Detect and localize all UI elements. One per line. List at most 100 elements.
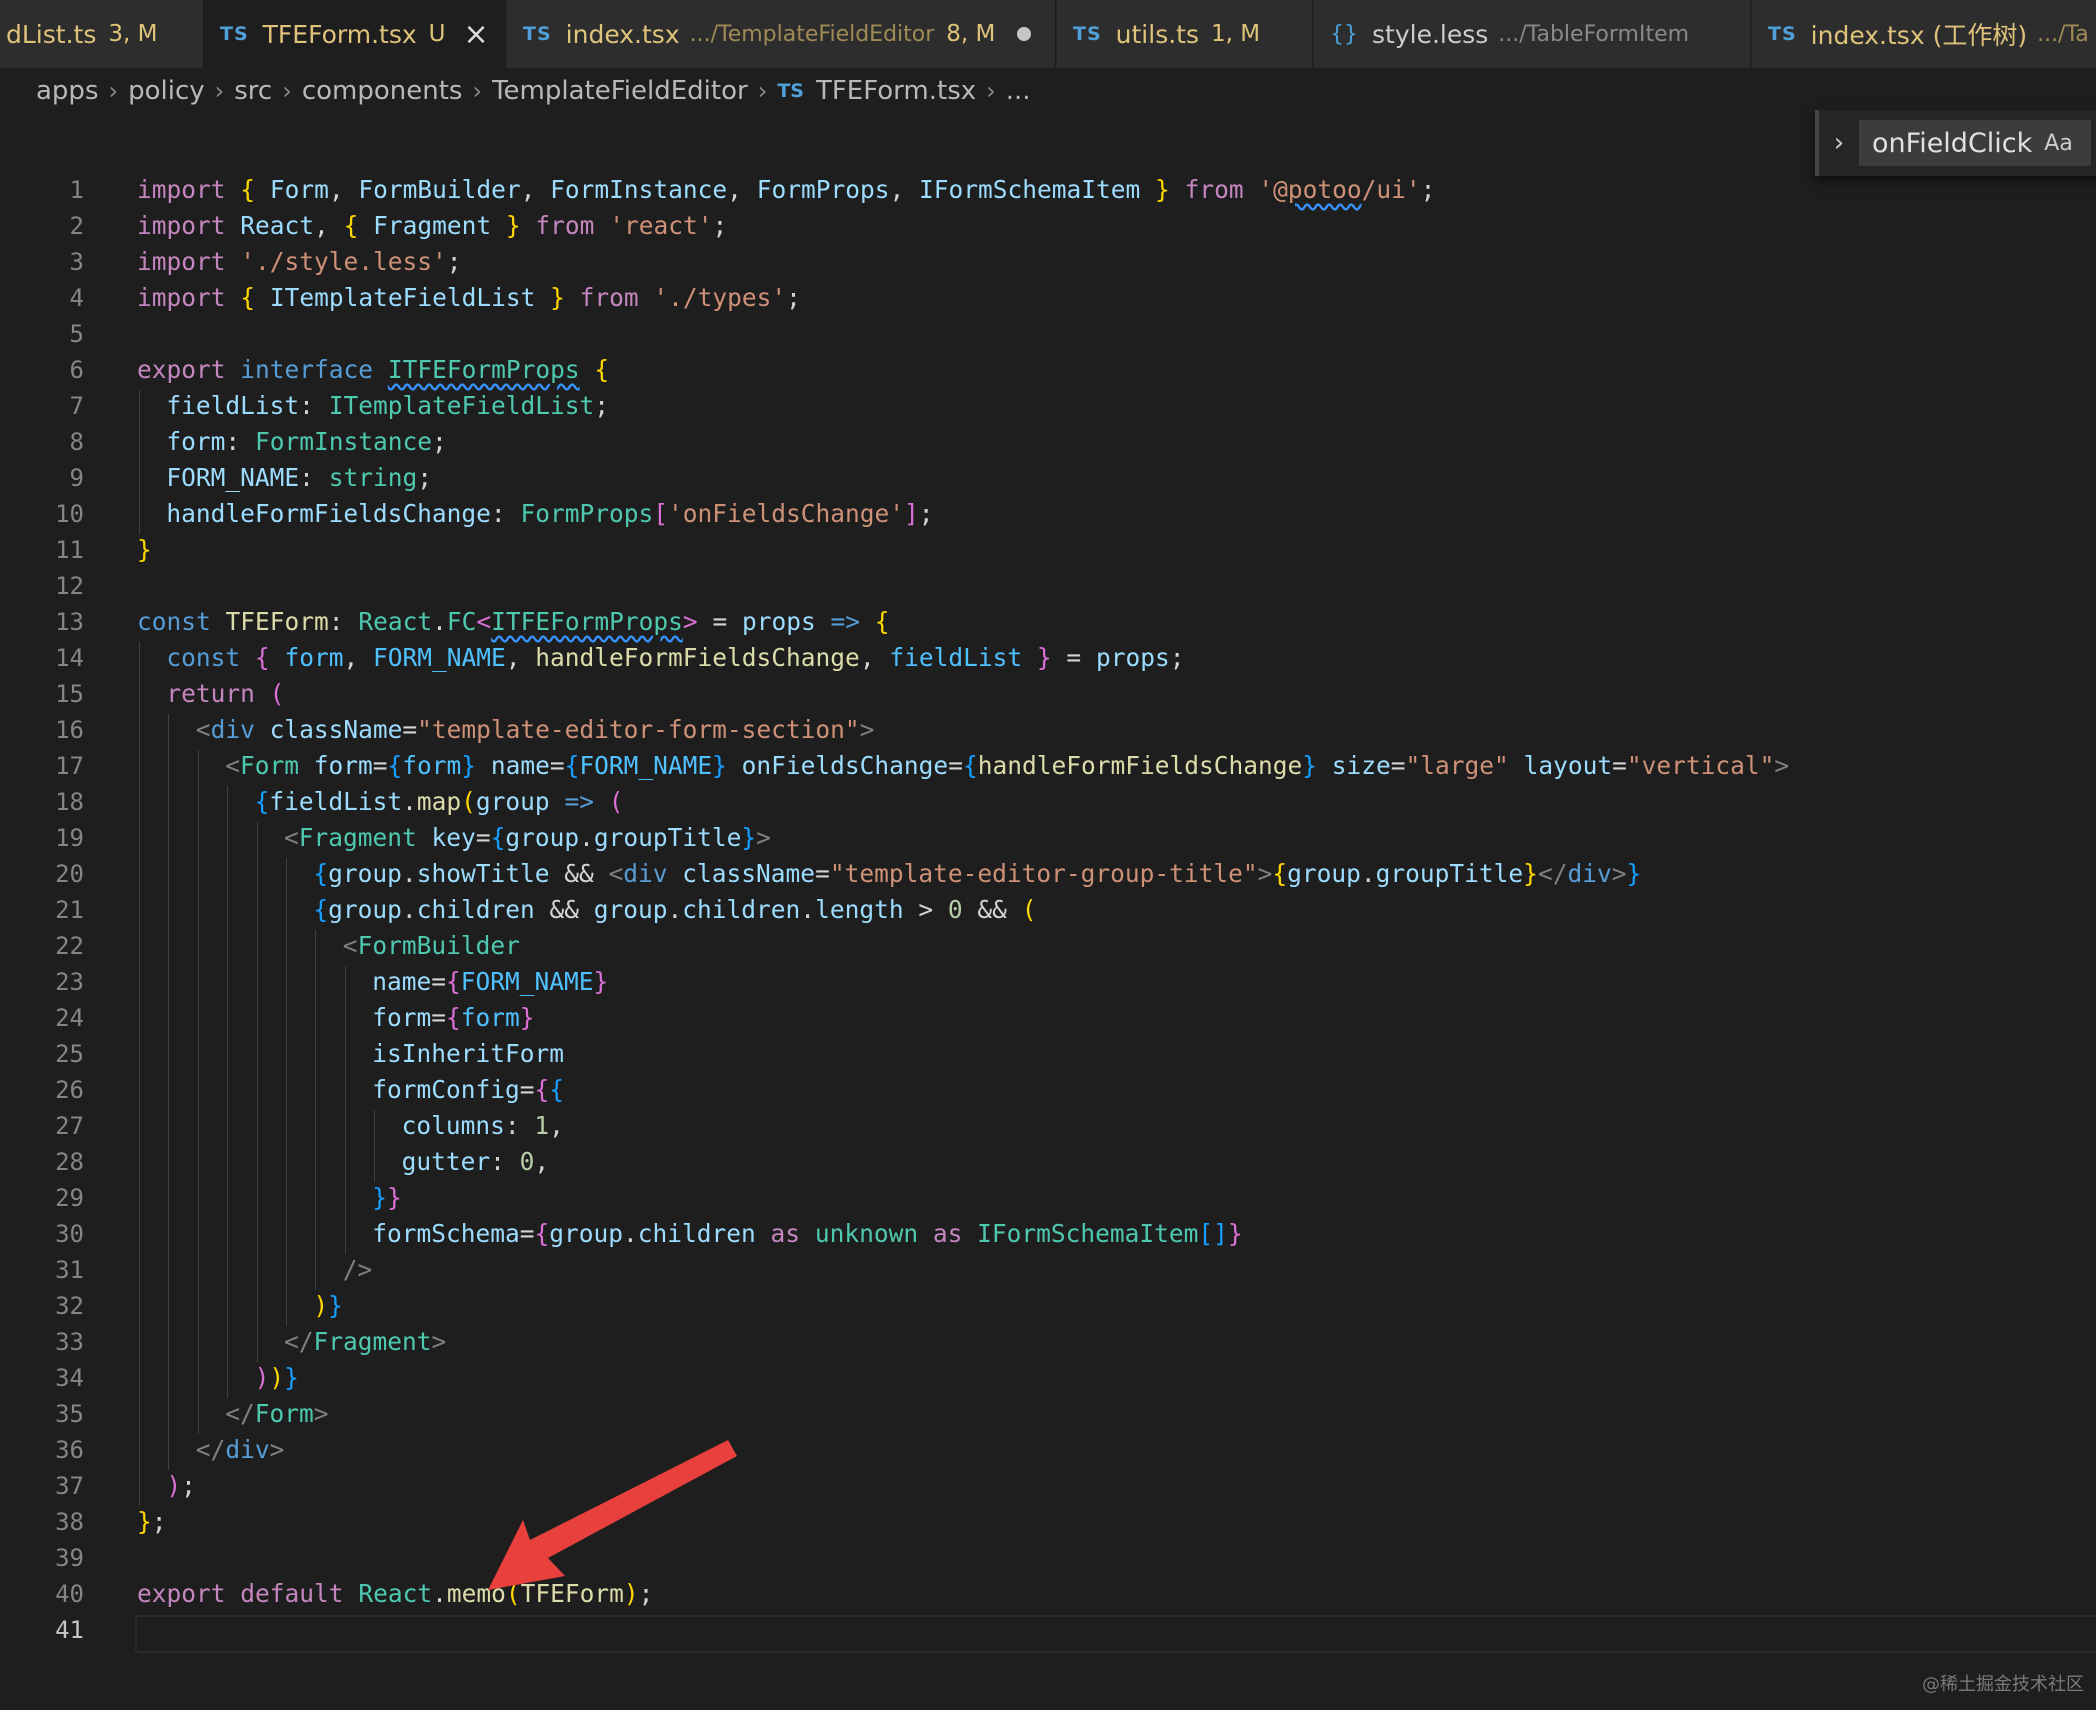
code-line[interactable]: 35 </Form>	[0, 1396, 2096, 1432]
code-token: []	[1198, 1219, 1228, 1248]
code-line[interactable]: 31 />	[0, 1252, 2096, 1288]
unsaved-dot-icon[interactable]	[1017, 27, 1032, 41]
tab-utils-ts[interactable]: TS utils.ts 1, M	[1057, 0, 1313, 68]
code-line[interactable]: 26 formConfig={{	[0, 1072, 2096, 1108]
code-line[interactable]: 22 <FormBuilder	[0, 928, 2096, 964]
code-line[interactable]: 17 <Form form={form} name={FORM_NAME} onF…	[0, 748, 2096, 784]
breadcrumb-item[interactable]: policy	[128, 76, 205, 106]
match-case-toggle[interactable]: Aa	[2044, 131, 2073, 156]
code-token: :	[490, 1147, 505, 1176]
indent-guide	[227, 1326, 229, 1362]
code-token: {	[564, 751, 580, 780]
indent-guide	[139, 498, 140, 534]
code-line[interactable]: 41	[0, 1612, 2096, 1648]
code-line[interactable]: 10 handleFormFieldsChange: FormProps['onF…	[0, 496, 2096, 532]
code-token: form	[166, 427, 226, 456]
code-line[interactable]: 21 {group.children && group.children.leng…	[0, 892, 2096, 928]
code-token: import	[137, 247, 226, 276]
code-token: ,	[534, 1147, 550, 1176]
tab-tfeform-tsx[interactable]: TS TFEForm.tsx U ×	[204, 0, 506, 68]
indent-guide	[139, 426, 140, 462]
code-token: IFormSchemaItem	[977, 1219, 1199, 1248]
code-line[interactable]: 15 return (	[0, 676, 2096, 712]
code-line[interactable]: 39	[0, 1540, 2096, 1576]
tab-index-tsx-worktree[interactable]: TS index.tsx (工作树) .../Ta	[1752, 0, 2096, 68]
code-editor[interactable]: 1 import { Form, FormBuilder, FormInstanc…	[0, 175, 2096, 1676]
indent-guide	[139, 1110, 140, 1146]
code-line[interactable]: 28 gutter: 0,	[0, 1144, 2096, 1180]
code-line[interactable]: 5	[0, 316, 2096, 352]
code-line[interactable]: 3 import './style.less';	[0, 244, 2096, 280]
code-line[interactable]: 29}}	[0, 1180, 2096, 1216]
code-line[interactable]: 40 export default React.memo(TFEForm);	[0, 1576, 2096, 1612]
code-line[interactable]: 34))}	[0, 1360, 2096, 1396]
code-line[interactable]: 37);	[0, 1468, 2096, 1504]
code-line[interactable]: 18 {fieldList.map(group => (	[0, 784, 2096, 820]
breadcrumb-symbols[interactable]: ...	[1006, 76, 1031, 106]
toggle-replace-chevron-icon[interactable]: ›	[1819, 128, 1859, 158]
code-line[interactable]: 24 form={form}	[0, 1000, 2096, 1036]
close-icon[interactable]: ×	[464, 17, 489, 52]
code-token: const	[137, 607, 211, 636]
find-input[interactable]: onFieldClick Aa	[1859, 120, 2091, 166]
code-token: }	[1523, 859, 1538, 888]
code-line[interactable]: 14 const { form, FORM_NAME, handleFormFie…	[0, 640, 2096, 676]
code-token: =	[549, 751, 565, 780]
indent-guide	[168, 1362, 170, 1398]
code-token: :	[504, 1111, 520, 1140]
code-line[interactable]: 1 import { Form, FormBuilder, FormInstanc…	[0, 172, 2096, 208]
tab-index-tsx-templatefieldeditor[interactable]: TS index.tsx .../TemplateFieldEditor 8, …	[507, 0, 1056, 68]
indent-guide	[227, 1290, 229, 1326]
code-token: ;	[1420, 175, 1436, 204]
breadcrumb-item[interactable]: components	[302, 76, 463, 106]
code-line[interactable]: 25 isInheritForm	[0, 1036, 2096, 1072]
code-line[interactable]: 16 <div className="template-editor-form-s…	[0, 712, 2096, 748]
code-line[interactable]: 36 </div>	[0, 1432, 2096, 1468]
line-number: 40	[55, 1580, 84, 1608]
breadcrumb-item[interactable]: apps	[36, 76, 99, 106]
breadcrumb-item[interactable]: TemplateFieldEditor	[492, 76, 748, 106]
code-token: props	[1095, 643, 1170, 672]
indent-guide	[168, 1254, 170, 1290]
code-token: }	[461, 751, 477, 780]
code-line[interactable]: 4 import { ITemplateFieldList } from './t…	[0, 280, 2096, 316]
code-token: }	[741, 823, 757, 852]
code-line[interactable]: 38};	[0, 1504, 2096, 1540]
code-line[interactable]: 7 fieldList: ITemplateFieldList;	[0, 388, 2096, 424]
code-line[interactable]: 30 formSchema={group.children as unknown …	[0, 1216, 2096, 1252]
code-line[interactable]: 6 export interface ITFEFormProps {	[0, 352, 2096, 388]
indent-guide	[286, 1290, 287, 1326]
code-line[interactable]: 27 columns: 1,	[0, 1108, 2096, 1144]
line-number: 25	[55, 1040, 84, 1068]
code-token: 'react'	[609, 211, 713, 240]
code-line[interactable]: 32)}	[0, 1288, 2096, 1324]
code-token: {	[387, 751, 403, 780]
indent-guide	[286, 1254, 287, 1290]
breadcrumb-file[interactable]: TFEForm.tsx	[816, 76, 976, 106]
tab-status: 1, M	[1211, 21, 1261, 47]
code-line[interactable]: 2 import React, { Fragment } from 'react'…	[0, 208, 2096, 244]
code-line[interactable]: 33 </Fragment>	[0, 1324, 2096, 1360]
indent-guide	[286, 1218, 287, 1254]
typescript-icon: TS	[777, 80, 804, 102]
code-line[interactable]: 9 FORM_NAME: string;	[0, 460, 2096, 496]
indent-guide	[168, 1182, 170, 1218]
code-line[interactable]: 20 {group.showTitle && <div className="te…	[0, 856, 2096, 892]
code-token: group	[1287, 859, 1361, 888]
code-line[interactable]: 23 name={FORM_NAME}	[0, 964, 2096, 1000]
code-token: }	[372, 1183, 387, 1212]
tab-dlist-ts[interactable]: dList.ts 3, M	[0, 0, 204, 68]
code-token: {	[343, 211, 359, 240]
line-code: };	[137, 1504, 167, 1540]
code-line[interactable]: 19 <Fragment key={group.groupTitle}>	[0, 820, 2096, 856]
indent-guide	[256, 930, 258, 966]
code-line[interactable]: 13 const TFEForm: React.FC<ITFEFormProps>…	[0, 604, 2096, 640]
breadcrumb-item[interactable]: src	[234, 76, 272, 106]
tab-style-less[interactable]: {} style.less .../TableFormItem	[1314, 0, 1751, 68]
code-token: onFieldsChange	[741, 751, 949, 780]
code-token: FORM_NAME	[579, 751, 713, 780]
code-line[interactable]: 12	[0, 568, 2096, 604]
code-line[interactable]: 11}	[0, 532, 2096, 568]
code-line[interactable]: 8 form: FormInstance;	[0, 424, 2096, 460]
line-number: 23	[55, 968, 84, 996]
